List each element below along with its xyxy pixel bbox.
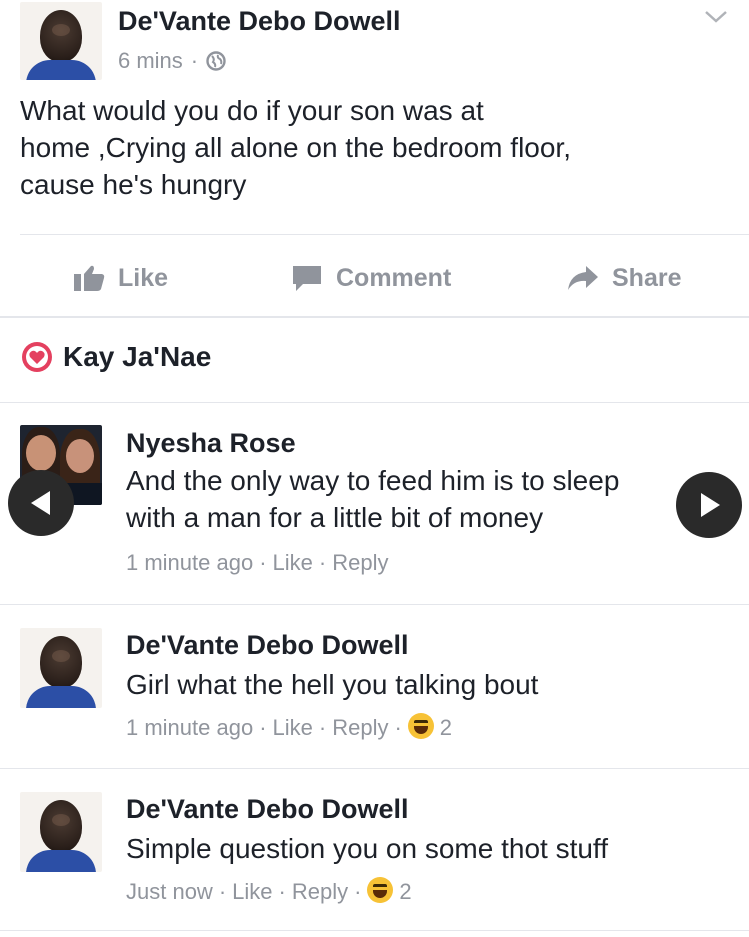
post-text: What would you do if your son was at hom… [20,92,571,203]
comment-meta: Just now · Like · Reply · 2 [126,877,412,904]
previous-arrow-button[interactable] [8,470,74,536]
post-text-line: home ,Crying all alone on the bedroom fl… [20,132,571,163]
post-time-dot: · [190,48,199,73]
share-label: Share [612,263,682,292]
avatar-face [40,10,82,62]
comment-author[interactable]: De'Vante Debo Dowell [126,630,409,661]
reaction-count[interactable]: 2 [440,715,452,740]
comment-icon [293,266,321,291]
comment-reply-link[interactable]: Reply [292,879,348,904]
comment-author[interactable]: De'Vante Debo Dowell [126,794,409,825]
post-time: 6 mins [118,48,183,73]
comment-label: Comment [336,263,452,292]
haha-reaction-icon[interactable] [367,877,394,903]
comment-author[interactable]: Nyesha Rose [126,428,296,459]
reaction-count[interactable]: 2 [399,879,411,904]
post-timestamp[interactable]: 6 mins · [118,48,226,74]
like-label: Like [118,263,169,292]
comment-button[interactable]: Comment [290,258,451,298]
reactions-summary[interactable]: Kay Ja'Nae [20,340,211,374]
comment-time[interactable]: Just now [126,879,213,904]
post-author-name[interactable]: De'Vante Debo Dowell [118,6,401,37]
chevron-down-icon[interactable] [703,8,729,26]
comment-text-line: And the only way to feed him is to sleep [126,465,620,496]
next-arrow-button[interactable] [676,472,742,538]
haha-reaction-icon[interactable] [407,713,434,739]
comment-time[interactable]: 1 minute ago [126,715,253,740]
comment-time[interactable]: 1 minute ago [126,550,253,575]
divider [20,234,749,235]
comment-text: Girl what the hell you talking bout [126,669,539,700]
comment-text: And the only way to feed him is to sleep… [126,462,686,536]
comment-meta: 1 minute ago · Like · Reply · 2 [126,713,453,740]
share-button[interactable]: Share [566,258,681,298]
comment-reply-link[interactable]: Reply [332,715,388,740]
thumbs-up-icon [74,265,105,291]
comment-text-line: with a man for a little bit of money [126,502,544,533]
comment-meta: 1 minute ago · Like · Reply [126,550,389,575]
like-button[interactable]: Like [72,258,168,298]
avatar-shirt [26,60,96,80]
post-author-avatar[interactable] [20,2,102,80]
share-arrow-icon [568,266,598,290]
love-reaction-icon [22,342,52,372]
post-text-line: What would you do if your son was at [20,95,484,126]
comment-text: Simple question you on some thot stuff [126,833,608,864]
divider [0,930,749,931]
post-text-line: cause he's hungry [20,169,247,200]
commenter-avatar[interactable] [20,792,102,872]
comment-like-link[interactable]: Like [232,879,272,904]
triangle-right-icon [701,493,720,517]
comment-like-link[interactable]: Like [273,550,313,575]
divider [0,604,749,605]
comment-like-link[interactable]: Like [273,715,313,740]
divider [0,316,749,318]
divider [0,402,749,403]
divider [0,768,749,769]
comment-reply-link[interactable]: Reply [332,550,388,575]
commenter-avatar[interactable] [20,628,102,708]
triangle-left-icon [31,491,50,515]
globe-icon [206,51,226,71]
reactor-name: Kay Ja'Nae [63,341,212,372]
